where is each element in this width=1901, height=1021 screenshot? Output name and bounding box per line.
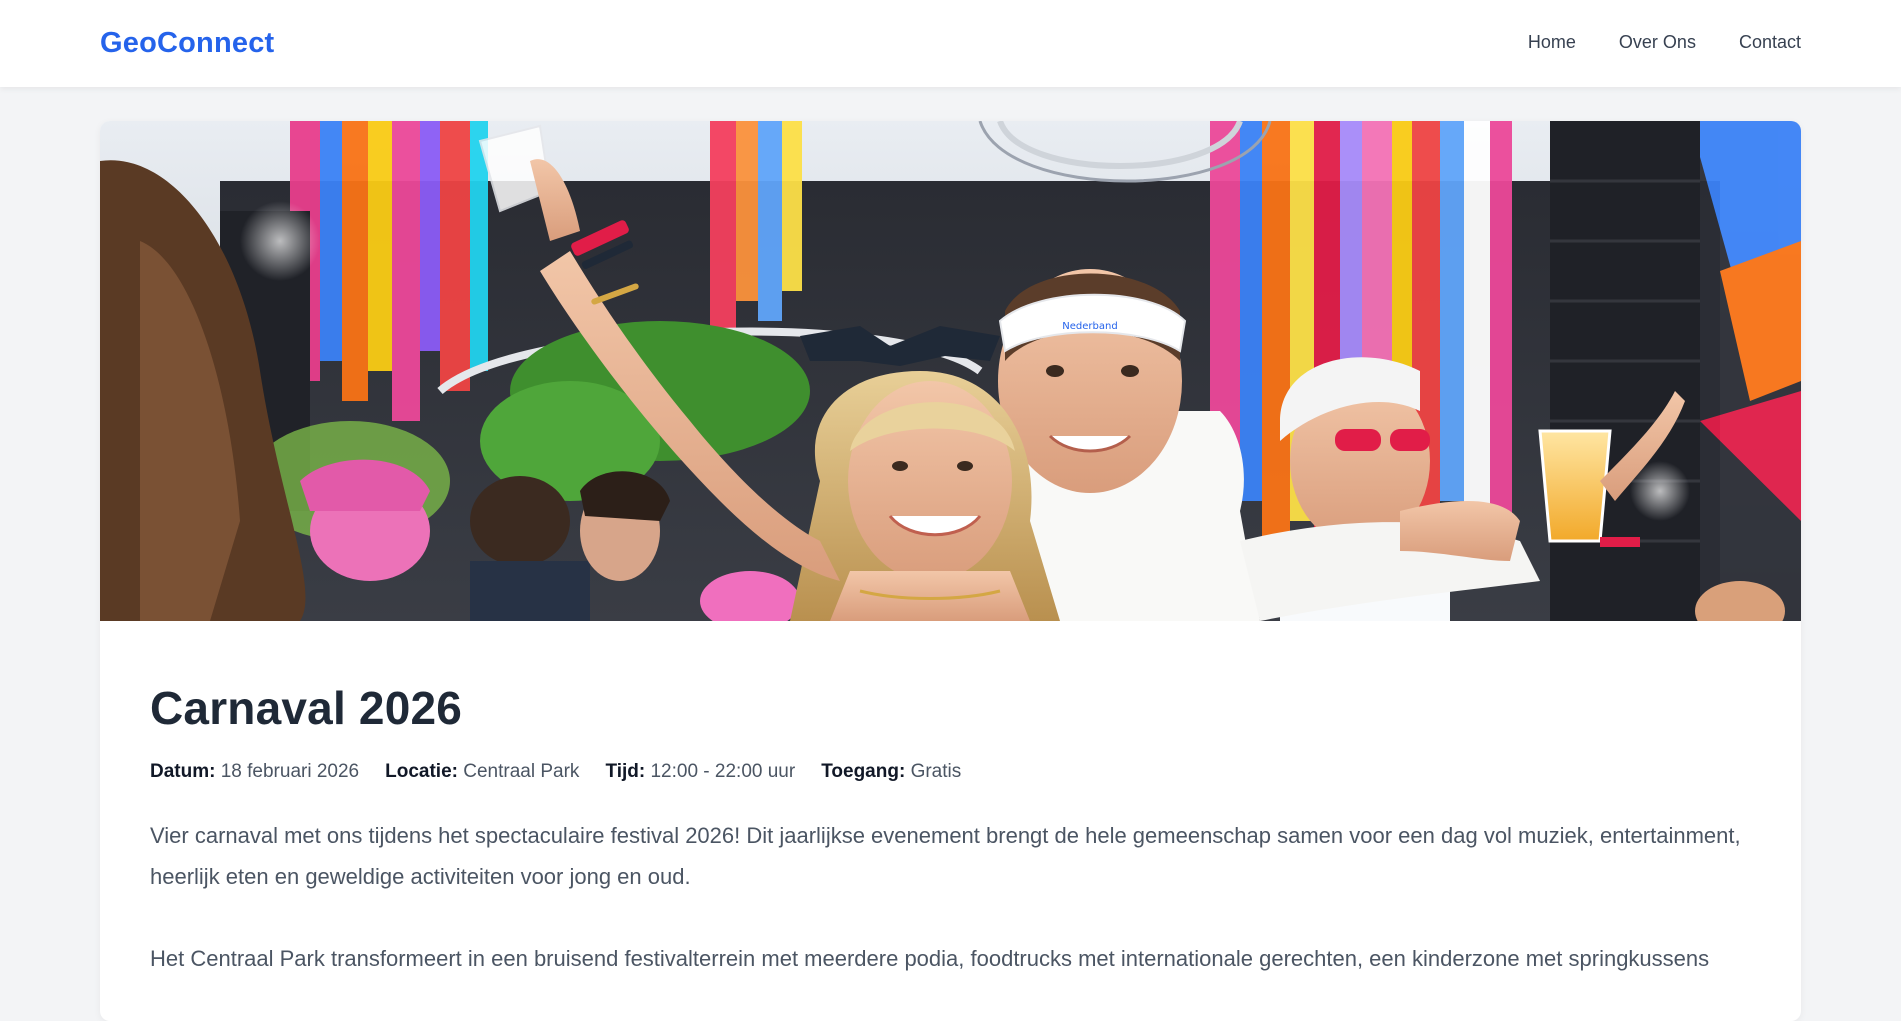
meta-access: Toegang: Gratis: [821, 761, 961, 783]
meta-access-label: Toegang:: [821, 761, 906, 782]
nav-link-over-ons[interactable]: Over Ons: [1619, 32, 1696, 53]
meta-location-label: Locatie:: [385, 761, 458, 782]
meta-location: Locatie: Centraal Park: [385, 761, 579, 783]
meta-date-label: Datum:: [150, 761, 216, 782]
event-description-paragraph-2: Het Centraal Park transformeert in een b…: [150, 946, 1710, 971]
event-description-paragraph-1: Vier carnaval met ons tijdens het specta…: [150, 823, 1741, 889]
nav-link-home[interactable]: Home: [1528, 32, 1576, 53]
event-card: Nederband Carnaval 2026 Datum: 18 februa…: [100, 121, 1801, 1021]
nav-link-contact[interactable]: Contact: [1739, 32, 1801, 53]
meta-time-label: Tijd:: [605, 761, 646, 782]
brand-logo-link[interactable]: GeoConnect: [100, 27, 274, 60]
event-title: Carnaval 2026: [150, 682, 463, 734]
event-hero-image: Nederband: [100, 121, 1801, 621]
festival-photo: Nederband: [100, 121, 1801, 621]
meta-date-value: 18 februari 2026: [220, 761, 360, 782]
meta-time-value: 12:00 - 22:00 uur: [650, 761, 796, 782]
top-navbar: GeoConnect Home Over Ons Contact: [0, 0, 1901, 87]
headband-text: Nederband: [1062, 321, 1117, 332]
event-meta: Datum: 18 februari 2026 Locatie: Centraa…: [150, 761, 1751, 783]
nav-links: Home Over Ons Contact: [1528, 32, 1801, 53]
meta-date: Datum: 18 februari 2026: [150, 761, 359, 783]
meta-access-value: Gratis: [910, 761, 962, 782]
event-content: Carnaval 2026 Datum: 18 februari 2026 Lo…: [150, 681, 1751, 1020]
meta-location-value: Centraal Park: [463, 761, 580, 782]
meta-time: Tijd: 12:00 - 22:00 uur: [605, 761, 795, 783]
